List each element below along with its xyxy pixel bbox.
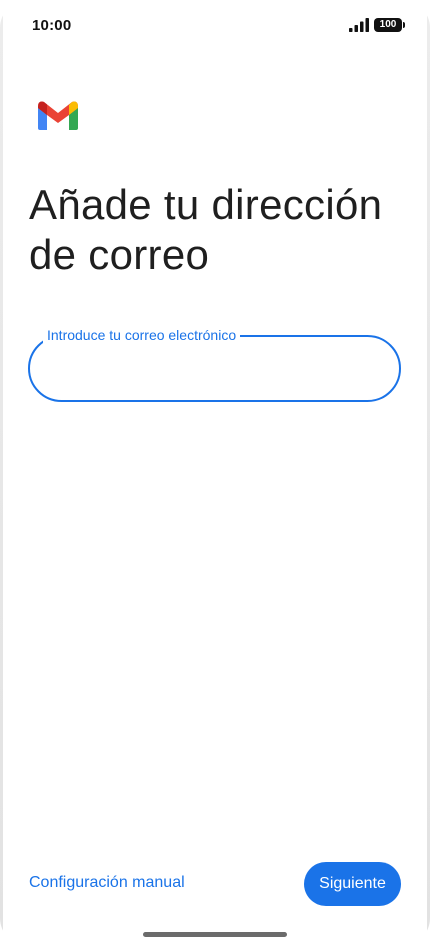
gmail-logo-icon [38,101,78,130]
device-edge-left [0,0,3,946]
add-email-screen: 10:00 100 Añade tu dirección de correo I… [0,0,430,946]
signal-bars-icon [349,18,369,32]
email-input[interactable] [46,349,383,392]
home-indicator[interactable] [143,932,287,937]
next-button[interactable]: Siguiente [304,862,401,906]
status-time: 10:00 [32,17,72,34]
manual-config-link[interactable]: Configuración manual [29,874,185,892]
battery-level: 100 [379,19,397,30]
page-title: Añade tu dirección de correo [29,181,383,278]
email-field[interactable]: Introduce tu correo electrónico [28,326,401,402]
email-field-label: Introduce tu correo electrónico [43,326,241,344]
status-bar: 10:00 100 [0,0,430,52]
battery-icon: 100 [374,18,405,32]
